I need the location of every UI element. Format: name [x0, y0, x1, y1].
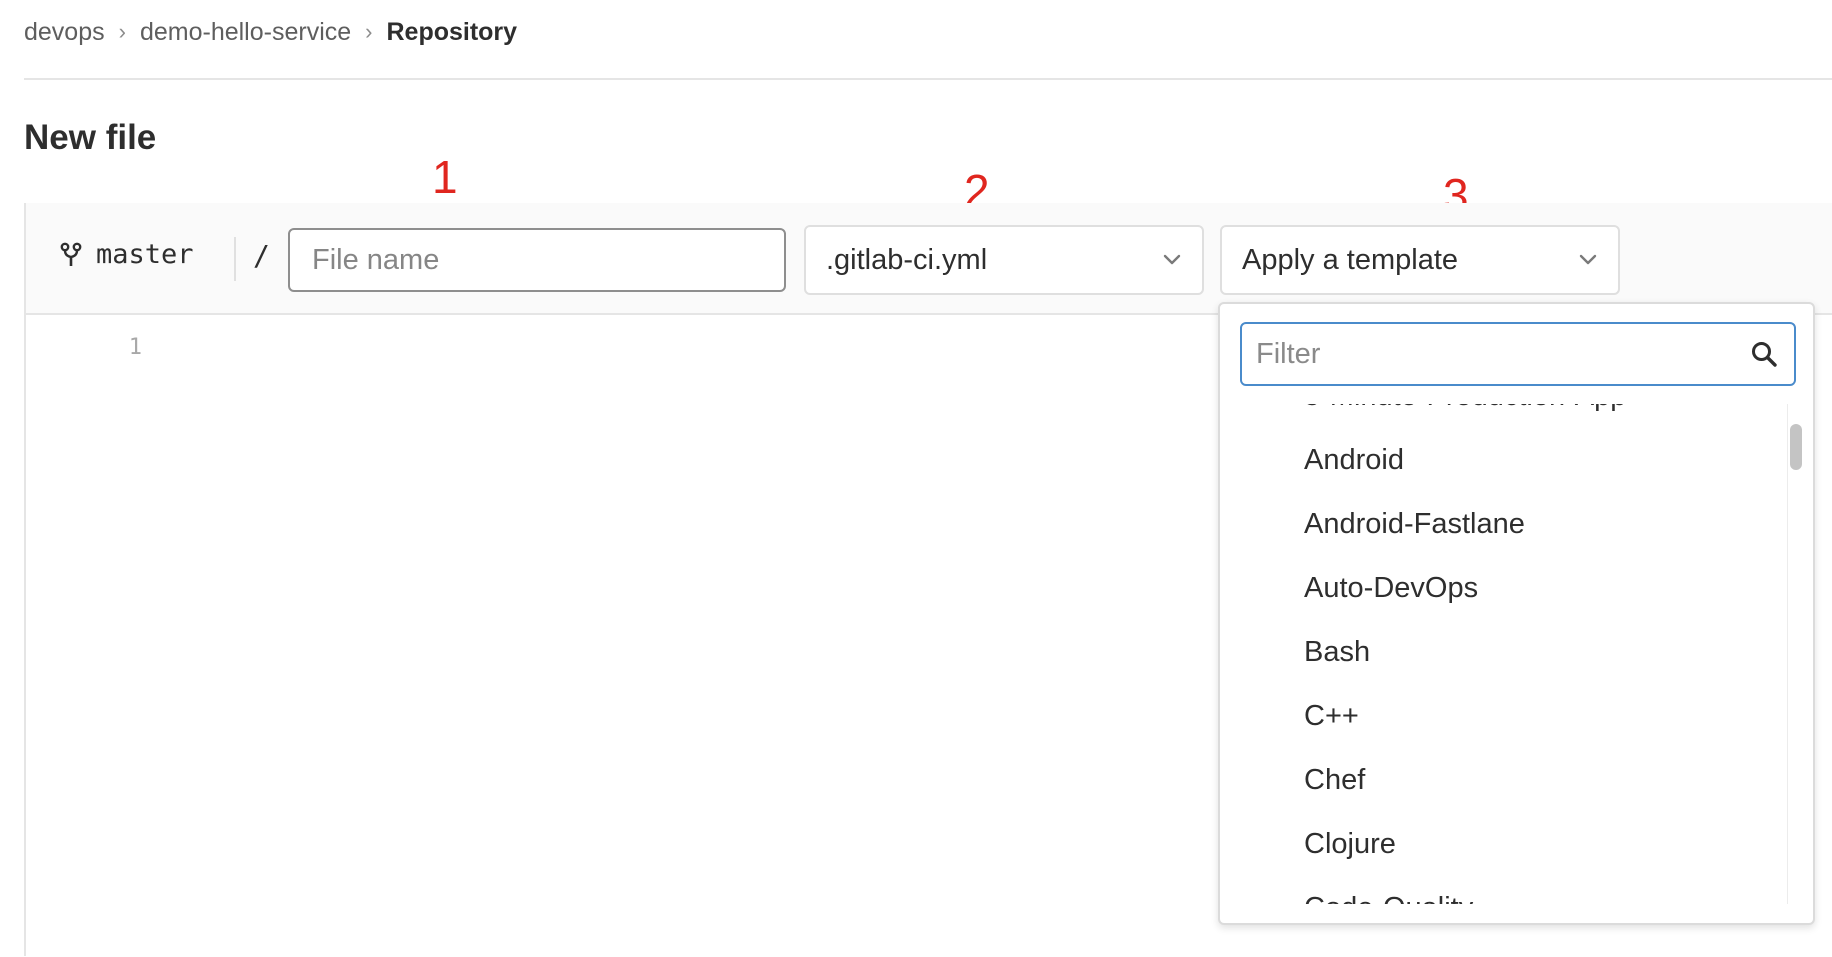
editor-gutter: 1: [26, 317, 146, 957]
template-list-scrollbar[interactable]: [1787, 404, 1802, 904]
template-filter-input[interactable]: [1242, 324, 1722, 384]
template-items: 5-Minute-Production-App Android Android-…: [1220, 404, 1790, 904]
breadcrumb-separator: ›: [365, 19, 373, 44]
line-number: 1: [128, 335, 142, 360]
template-item[interactable]: 5-Minute-Production-App: [1220, 404, 1790, 428]
file-toolbar: master / .gitlab-ci.yml Apply a template: [26, 203, 1832, 315]
template-item[interactable]: Bash: [1220, 620, 1790, 684]
branch-name: master: [96, 239, 194, 270]
annotation-number-1: 1: [432, 151, 458, 203]
template-item[interactable]: Chef: [1220, 748, 1790, 812]
template-item[interactable]: C++: [1220, 684, 1790, 748]
template-dropdown-label: Apply a template: [1242, 243, 1459, 276]
template-dropdown[interactable]: Apply a template: [1220, 225, 1620, 295]
template-list[interactable]: 5-Minute-Production-App Android Android-…: [1220, 404, 1790, 904]
template-dropdown-menu: 5-Minute-Production-App Android Android-…: [1218, 302, 1815, 925]
chevron-down-icon: [1163, 254, 1181, 265]
file-type-dropdown[interactable]: .gitlab-ci.yml: [804, 225, 1204, 295]
branch-indicator: master: [60, 239, 194, 270]
header-divider: [24, 78, 1832, 80]
toolbar-divider: [234, 237, 236, 281]
breadcrumb: devops › demo-hello-service › Repository: [24, 14, 517, 50]
template-filter: [1240, 322, 1796, 386]
breadcrumb-item-project[interactable]: demo-hello-service: [140, 18, 351, 47]
page-title: New file: [24, 118, 157, 157]
template-item[interactable]: Code-Quality: [1220, 876, 1790, 905]
breadcrumb-item-current[interactable]: Repository: [386, 18, 517, 47]
template-item[interactable]: Android-Fastlane: [1220, 492, 1790, 556]
file-name-input[interactable]: [288, 228, 786, 292]
file-type-selected: .gitlab-ci.yml: [826, 243, 988, 276]
template-item[interactable]: Clojure: [1220, 812, 1790, 876]
template-item[interactable]: Android: [1220, 428, 1790, 492]
template-item[interactable]: Auto-DevOps: [1220, 556, 1790, 620]
search-icon: [1752, 342, 1777, 367]
breadcrumb-item-group[interactable]: devops: [24, 18, 105, 47]
chevron-down-icon: [1579, 254, 1597, 265]
path-separator: /: [253, 239, 270, 272]
scrollbar-thumb[interactable]: [1790, 424, 1802, 470]
breadcrumb-separator: ›: [118, 19, 126, 44]
branch-icon: [60, 242, 82, 266]
